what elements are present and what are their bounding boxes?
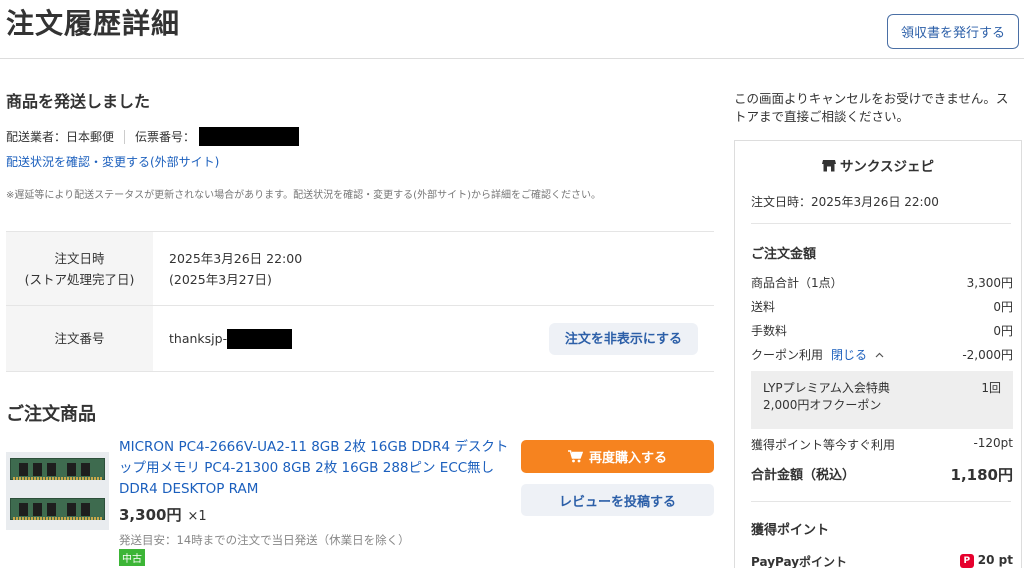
shipping-fee-value: 0円 bbox=[993, 300, 1013, 314]
subtotal-label: 商品合計（1点） bbox=[751, 276, 843, 290]
paypay-points-row: PayPayポイント P 20 pt bbox=[751, 553, 1013, 568]
shipping-estimate: 発送目安：14時までの注文で当日発送（休業日を除く） bbox=[119, 533, 410, 547]
write-review-button[interactable]: レビューを投稿する bbox=[521, 484, 714, 516]
paypay-value: 20 pt bbox=[977, 553, 1013, 567]
rebuy-button[interactable]: 再度購入する bbox=[521, 440, 714, 473]
ram-stick-image bbox=[10, 498, 105, 520]
carrier-label: 配送業者：日本郵便 bbox=[6, 130, 115, 144]
subtotal-value: 3,300円 bbox=[966, 276, 1013, 290]
divider bbox=[751, 501, 1011, 502]
order-date-label-line1: 注文日時 bbox=[54, 250, 105, 266]
coupon-row: クーポン利用 閉じる -2,000円 bbox=[751, 346, 1013, 363]
shipment-note: ※遅延等により配送ステータスが更新されない場合があります。配送状況を確認・変更す… bbox=[6, 190, 601, 201]
points-use-label: 獲得ポイント等今すぐ利用 bbox=[751, 438, 896, 452]
coupon-detail-count: 1回 bbox=[981, 381, 1001, 395]
tracking-label: 伝票番号： bbox=[135, 130, 196, 144]
page-title: 注文履歴詳細 bbox=[6, 7, 181, 40]
hide-order-button[interactable]: 注文を非表示にする bbox=[549, 323, 698, 355]
order-date: 2025年3月26日 22:00 bbox=[169, 250, 303, 266]
handling-fee-label: 手数料 bbox=[751, 324, 788, 338]
coupon-label: クーポン利用 bbox=[751, 348, 824, 362]
track-shipment-link[interactable]: 配送状況を確認・変更する(外部サイト) bbox=[6, 153, 219, 170]
earned-points-heading: 獲得ポイント bbox=[751, 523, 830, 538]
order-number-redacted bbox=[227, 329, 293, 350]
total-row: 合計金額（税込） 1,180円 bbox=[751, 464, 1013, 485]
tracking-number-redacted bbox=[199, 127, 300, 146]
coupon-detail-name: LYPプレミアム入会特典 2,000円オフクーポン bbox=[763, 381, 902, 412]
order-date-label: 注文日時 (ストア処理完了日) bbox=[6, 232, 153, 305]
total-label: 合計金額（税込） bbox=[751, 468, 856, 483]
shipping-fee-row: 送料 0円 bbox=[751, 298, 1013, 315]
summary-order-date-text: 注文日時：2025年3月26日 22:00 bbox=[751, 195, 939, 209]
summary-order-date: 注文日時：2025年3月26日 22:00 bbox=[751, 193, 1013, 210]
price-value: 3,300円 bbox=[119, 506, 182, 524]
product-name-link[interactable]: MICRON PC4-2666V-UA2-11 8GB 2枚 16GB DDR4… bbox=[119, 437, 509, 500]
cart-icon bbox=[567, 450, 583, 463]
store-link[interactable]: サンクスジェピ bbox=[735, 155, 1021, 175]
paypay-icon: P bbox=[959, 553, 974, 568]
order-date-label-line2: (ストア処理完了日) bbox=[24, 271, 135, 287]
order-number-value: thanksjp- 注文を非表示にする bbox=[153, 306, 714, 371]
order-summary-panel: サンクスジェピ 注文日時：2025年3月26日 22:00 ご注文金額 商品合計… bbox=[734, 140, 1022, 568]
quantity: ×1 bbox=[187, 509, 207, 524]
total-value: 1,180円 bbox=[950, 466, 1013, 484]
handling-fee-row: 手数料 0円 bbox=[751, 322, 1013, 339]
order-number-label: 注文番号 bbox=[6, 306, 153, 371]
store-name: サンクスジェピ bbox=[839, 159, 935, 175]
header-divider bbox=[0, 58, 1024, 59]
coupon-toggle-link[interactable]: 閉じる bbox=[831, 348, 884, 362]
shipment-status: 商品を発送しました bbox=[6, 92, 151, 111]
cancel-note: この画面よりキャンセルをお受けできません。ストアまで直接ご相談ください。 bbox=[734, 91, 1009, 124]
coupon-toggle-label: 閉じる bbox=[831, 348, 868, 362]
order-number-prefix: thanksjp- bbox=[169, 330, 228, 346]
order-date-value: 2025年3月26日 22:00 (2025年3月27日) bbox=[153, 232, 714, 305]
processed-date: (2025年3月27日) bbox=[169, 271, 272, 287]
amount-heading: ご注文金額 bbox=[751, 247, 817, 262]
order-number-row: 注文番号 thanksjp- 注文を非表示にする bbox=[6, 306, 714, 372]
subtotal-row: 商品合計（1点） 3,300円 bbox=[751, 274, 1013, 291]
coupon-value: -2,000円 bbox=[962, 348, 1013, 362]
carrier-separator bbox=[124, 129, 126, 144]
product-image[interactable] bbox=[6, 452, 109, 530]
ram-stick-image bbox=[10, 458, 105, 480]
coupon-detail-box: LYPプレミアム入会特典 2,000円オフクーポン 1回 bbox=[751, 371, 1013, 429]
product-price: 3,300円 ×1 bbox=[119, 504, 207, 525]
order-info-table: 注文日時 (ストア処理完了日) 2025年3月26日 22:00 (2025年3… bbox=[6, 231, 714, 372]
rebuy-label: 再度購入する bbox=[588, 451, 667, 466]
carrier-row: 配送業者：日本郵便 伝票番号： bbox=[6, 127, 300, 146]
paypay-label: PayPayポイント bbox=[751, 555, 848, 568]
divider bbox=[751, 223, 1011, 224]
shipping-fee-label: 送料 bbox=[751, 300, 776, 314]
points-use-value: -120pt bbox=[973, 436, 1013, 450]
points-use-row: 獲得ポイント等今すぐ利用 -120pt bbox=[751, 436, 1013, 453]
condition-badge: 中古 bbox=[119, 549, 145, 566]
handling-fee-value: 0円 bbox=[993, 324, 1013, 338]
store-icon bbox=[821, 160, 836, 172]
order-date-row: 注文日時 (ストア処理完了日) 2025年3月26日 22:00 (2025年3… bbox=[6, 232, 714, 306]
chevron-up-icon bbox=[875, 352, 884, 358]
issue-receipt-button[interactable]: 領収書を発行する bbox=[887, 14, 1019, 49]
ordered-items-title: ご注文商品 bbox=[6, 404, 96, 425]
